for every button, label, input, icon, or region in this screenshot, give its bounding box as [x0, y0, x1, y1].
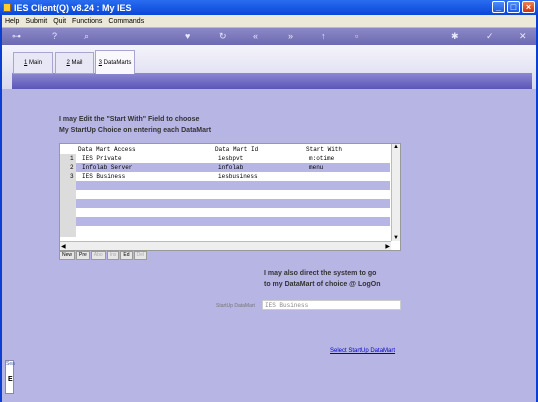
logon-line-1: I may also direct the system to go: [264, 270, 377, 277]
close-window-button[interactable]: ×: [522, 1, 535, 13]
tab-datamarts-num: 3: [98, 59, 102, 66]
menu-bar: Help Submit Quit Functions Commands: [2, 15, 536, 27]
scroll-down-icon[interactable]: ▼: [393, 235, 399, 241]
check-icon[interactable]: ✓: [486, 31, 494, 42]
cell-start-with[interactable]: m:otime: [309, 155, 334, 162]
table-row[interactable]: 3 IES Business iesbusiness: [70, 172, 390, 181]
tab-mail-label: Mail: [71, 60, 83, 66]
previous-button[interactable]: Pre: [76, 251, 90, 260]
tab-main-num: 1: [23, 60, 28, 66]
key-icon[interactable]: ⊶: [12, 31, 21, 42]
menu-quit[interactable]: Quit: [53, 18, 66, 25]
startup-datamart-label: StartUp DataMart: [216, 303, 255, 309]
tab-mail-num: 2: [66, 60, 70, 66]
grid-header: Data Mart Access Data Mart Id Start With: [60, 144, 390, 154]
side-e-icon[interactable]: E: [8, 376, 13, 383]
menu-help[interactable]: Help: [5, 18, 19, 25]
cell-access: IES Private: [82, 155, 122, 162]
cell-id: infolab: [218, 164, 244, 171]
window-title: IES Client(Q) v8.24 : My IES: [14, 2, 132, 13]
title-bar: IES Client(Q) v8.24 : My IES _ □ ×: [0, 0, 538, 15]
logon-line-2: to my DataMart of choice @ LogOn: [264, 281, 381, 288]
startup-datamart-field[interactable]: IES Business: [262, 300, 401, 310]
tab-main[interactable]: 1 Main: [13, 52, 53, 74]
rewind-icon[interactable]: «: [253, 31, 258, 42]
intro-line-1: I may Edit the "Start With" Field to cho…: [59, 116, 200, 123]
app-window: IES Client(Q) v8.24 : My IES _ □ × Help …: [0, 0, 538, 402]
app-icon: [3, 3, 11, 12]
menu-submit[interactable]: Submit: [25, 18, 47, 25]
tab-main-label: Main: [29, 60, 43, 66]
row-number: 2: [70, 164, 74, 171]
toolbar: ⊶ ? ⌕ ♥ ↻ « » ↑ ▫ ✱ ✓ ✕: [2, 27, 536, 45]
cell-id: iesbpvt: [218, 155, 244, 162]
scroll-up-icon[interactable]: ▲: [393, 144, 399, 150]
scroll-left-icon[interactable]: ◀: [61, 243, 66, 250]
empty-row[interactable]: [76, 217, 390, 226]
intro-text: I may Edit the "Start With" Field to cho…: [59, 114, 211, 136]
search-icon[interactable]: ⌕: [84, 31, 89, 42]
cell-access: IES Business: [82, 173, 126, 180]
menu-functions[interactable]: Functions: [72, 18, 102, 25]
table-row[interactable]: 1 IES Private iesbpvt m:otime: [70, 154, 390, 163]
horizontal-scrollbar[interactable]: ◀ ▶: [60, 241, 391, 250]
abort-button[interactable]: Abo: [90, 251, 106, 260]
select-startup-link[interactable]: Select StartUp DataMart: [330, 348, 395, 354]
col-header-start[interactable]: Start With: [306, 146, 342, 153]
row-number: 1: [70, 155, 74, 162]
side-search-tab-label: Sea: [6, 361, 15, 367]
empty-row[interactable]: [76, 208, 390, 217]
logon-text: I may also direct the system to go to my…: [264, 268, 381, 290]
cell-id: iesbusiness: [218, 173, 258, 180]
new-button[interactable]: New: [59, 251, 76, 260]
col-header-id[interactable]: Data Mart Id: [215, 146, 258, 153]
edit-button[interactable]: Ed: [120, 251, 133, 260]
vertical-scrollbar[interactable]: ▲ ▼: [391, 144, 400, 241]
tab-datamarts-label: DataMarts: [103, 59, 132, 66]
cell-start-with[interactable]: menu: [309, 164, 323, 171]
help-icon[interactable]: ?: [52, 31, 57, 42]
copy-icon[interactable]: ▫: [355, 31, 358, 42]
datamart-grid: Data Mart Access Data Mart Id Start With…: [59, 143, 401, 251]
close-icon[interactable]: ✕: [519, 31, 527, 42]
empty-row[interactable]: [76, 190, 390, 199]
minimize-button[interactable]: _: [492, 1, 505, 13]
tab-datamarts[interactable]: 3 DataMarts: [95, 50, 135, 74]
empty-row[interactable]: [76, 199, 390, 208]
heart-icon[interactable]: ♥: [185, 31, 190, 42]
empty-row[interactable]: [76, 181, 390, 190]
empty-row[interactable]: [76, 226, 390, 235]
tab-mail[interactable]: 2 Mail: [55, 52, 94, 74]
table-row[interactable]: 2 Infolab Server infolab menu: [70, 163, 390, 172]
menu-commands[interactable]: Commands: [108, 18, 144, 25]
insert-button[interactable]: Ins: [106, 251, 120, 260]
grid-button-bar: New Pre Abo Ins Ed Del: [59, 251, 148, 260]
forward-icon[interactable]: »: [288, 31, 293, 42]
tab-strip-band: [12, 73, 532, 89]
row-number: 3: [70, 173, 74, 180]
cell-access: Infolab Server: [82, 164, 133, 171]
intro-line-2: My StartUp Choice on entering each DataM…: [59, 127, 212, 134]
delete-button[interactable]: Del: [133, 251, 148, 260]
col-header-access[interactable]: Data Mart Access: [78, 146, 136, 153]
maximize-button[interactable]: □: [507, 1, 520, 13]
settings-icon[interactable]: ✱: [451, 31, 459, 42]
refresh-icon[interactable]: ↻: [219, 31, 227, 42]
scroll-right-icon[interactable]: ▶: [385, 243, 390, 250]
upload-icon[interactable]: ↑: [321, 31, 326, 42]
